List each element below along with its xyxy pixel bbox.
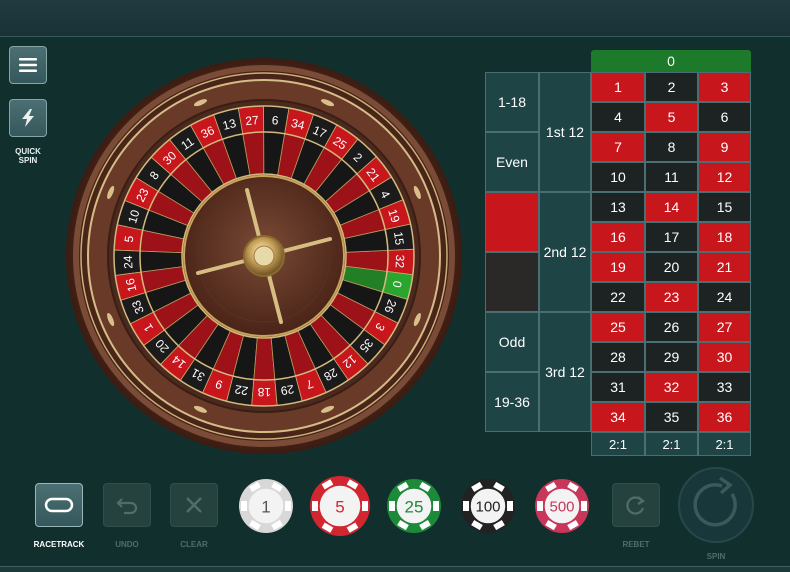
bet-1-18[interactable]: 1-18 bbox=[485, 72, 539, 132]
bet-number-21[interactable]: 21 bbox=[698, 252, 751, 282]
chip-value: 5 bbox=[335, 498, 344, 517]
chip-value: 25 bbox=[405, 498, 424, 517]
bet-number-2[interactable]: 2 bbox=[645, 72, 698, 102]
bet-19-36[interactable]: 19-36 bbox=[485, 372, 539, 432]
wheel-number: 24 bbox=[121, 255, 136, 269]
bet-number-26[interactable]: 26 bbox=[645, 312, 698, 342]
clear-button[interactable] bbox=[170, 483, 218, 527]
menu-button[interactable] bbox=[9, 46, 47, 84]
bet-number-35[interactable]: 35 bbox=[645, 402, 698, 432]
bet-number-27[interactable]: 27 bbox=[698, 312, 751, 342]
bet-number-36[interactable]: 36 bbox=[698, 402, 751, 432]
bet-number-14[interactable]: 14 bbox=[645, 192, 698, 222]
bet-red[interactable] bbox=[485, 192, 539, 252]
racetrack-label: RACETRACK bbox=[33, 540, 85, 549]
bet-number-29[interactable]: 29 bbox=[645, 342, 698, 372]
bet-column-2[interactable]: 2:1 bbox=[645, 432, 698, 456]
undo-button[interactable] bbox=[103, 483, 151, 527]
bet-number-23[interactable]: 23 bbox=[645, 282, 698, 312]
roulette-wheel: 0321519421225173462713361130823105241633… bbox=[66, 58, 462, 454]
bet-number-20[interactable]: 20 bbox=[645, 252, 698, 282]
bet-number-22[interactable]: 22 bbox=[591, 282, 645, 312]
undo-label: UNDO bbox=[115, 540, 139, 549]
bet-number-24[interactable]: 24 bbox=[698, 282, 751, 312]
hamburger-icon bbox=[19, 58, 37, 72]
wheel-number: 29 bbox=[279, 382, 295, 398]
racetrack-button[interactable] bbox=[35, 483, 83, 527]
bet-number-8[interactable]: 8 bbox=[645, 132, 698, 162]
bet-1st-12[interactable]: 1st 12 bbox=[539, 72, 591, 192]
chip-500[interactable]: 500 bbox=[533, 477, 591, 535]
bet-number-34[interactable]: 34 bbox=[591, 402, 645, 432]
bet-zero[interactable]: 0 bbox=[591, 50, 751, 72]
bet-number-25[interactable]: 25 bbox=[591, 312, 645, 342]
bet-number-6[interactable]: 6 bbox=[698, 102, 751, 132]
bet-number-17[interactable]: 17 bbox=[645, 222, 698, 252]
top-bar bbox=[0, 0, 790, 37]
bet-number-1[interactable]: 1 bbox=[591, 72, 645, 102]
bet-number-3[interactable]: 3 bbox=[698, 72, 751, 102]
bet-number-13[interactable]: 13 bbox=[591, 192, 645, 222]
quick-spin-label-line2: SPIN bbox=[18, 156, 38, 165]
wheel-number: 22 bbox=[233, 382, 249, 398]
bet-number-7[interactable]: 7 bbox=[591, 132, 645, 162]
bet-number-11[interactable]: 11 bbox=[645, 162, 698, 192]
bet-column-3[interactable]: 2:1 bbox=[698, 432, 751, 456]
bet-column-1[interactable]: 2:1 bbox=[591, 432, 645, 456]
close-icon bbox=[186, 497, 202, 513]
bet-even[interactable]: Even bbox=[485, 132, 539, 192]
bet-2nd-12[interactable]: 2nd 12 bbox=[539, 192, 591, 312]
chip-25[interactable]: 25 bbox=[385, 477, 443, 535]
bet-number-19[interactable]: 19 bbox=[591, 252, 645, 282]
bet-number-5[interactable]: 5 bbox=[645, 102, 698, 132]
chip-value: 1 bbox=[261, 498, 270, 517]
racetrack-icon bbox=[44, 497, 74, 513]
chip-value: 500 bbox=[549, 499, 574, 516]
rebet-label: REBET bbox=[622, 540, 650, 549]
chip-100[interactable]: 100 bbox=[459, 477, 517, 535]
clear-label: CLEAR bbox=[180, 540, 208, 549]
bet-number-10[interactable]: 10 bbox=[591, 162, 645, 192]
spin-button[interactable] bbox=[677, 466, 755, 544]
bet-number-12[interactable]: 12 bbox=[698, 162, 751, 192]
spin-label: SPIN bbox=[706, 552, 726, 561]
bottom-bar bbox=[0, 566, 790, 572]
rebet-icon bbox=[626, 496, 645, 515]
chip-value: 100 bbox=[475, 499, 500, 516]
wheel-number: 27 bbox=[245, 113, 260, 128]
bet-number-31[interactable]: 31 bbox=[591, 372, 645, 402]
bet-number-28[interactable]: 28 bbox=[591, 342, 645, 372]
bet-number-4[interactable]: 4 bbox=[591, 102, 645, 132]
bet-number-18[interactable]: 18 bbox=[698, 222, 751, 252]
lightning-icon bbox=[22, 109, 34, 127]
quick-spin-label-line1: QUICK bbox=[15, 147, 41, 156]
quick-spin-label: QUICK SPIN bbox=[8, 147, 48, 165]
quick-spin-button[interactable] bbox=[9, 99, 47, 137]
chip-5[interactable]: 5 bbox=[308, 474, 372, 538]
rebet-button[interactable] bbox=[612, 483, 660, 527]
bet-3rd-12[interactable]: 3rd 12 bbox=[539, 312, 591, 432]
bet-odd[interactable]: Odd bbox=[485, 312, 539, 372]
bet-number-15[interactable]: 15 bbox=[698, 192, 751, 222]
wheel-number: 18 bbox=[257, 385, 271, 399]
bet-number-33[interactable]: 33 bbox=[698, 372, 751, 402]
wheel-number: 32 bbox=[393, 254, 408, 268]
chip-1[interactable]: 1 bbox=[237, 477, 295, 535]
bet-number-30[interactable]: 30 bbox=[698, 342, 751, 372]
undo-icon bbox=[116, 498, 138, 515]
bet-black[interactable] bbox=[485, 252, 539, 312]
bet-number-9[interactable]: 9 bbox=[698, 132, 751, 162]
bet-number-16[interactable]: 16 bbox=[591, 222, 645, 252]
bet-number-32[interactable]: 32 bbox=[645, 372, 698, 402]
wheel-number: 15 bbox=[391, 231, 407, 246]
